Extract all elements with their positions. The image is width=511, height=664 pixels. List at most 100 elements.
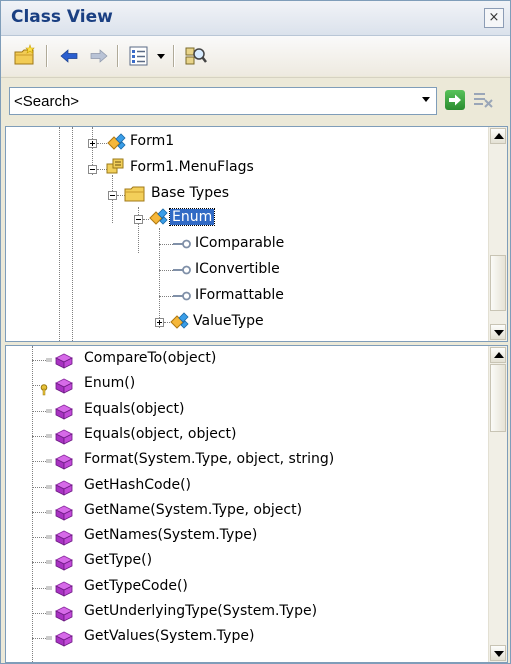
tree-item-label: Form1 (130, 133, 175, 149)
method-icon (55, 505, 73, 521)
member-label: CompareTo(object) (84, 350, 217, 366)
tree-guide-line (72, 127, 73, 341)
tree-item-label: IFormattable (195, 287, 284, 303)
tree-branch-line (32, 587, 46, 589)
collapse-icon[interactable] (134, 215, 143, 224)
member-spark-icon (46, 409, 52, 413)
class-tree-pane[interactable]: Form1 Form1.MenuFlags Base Types Enum IC… (5, 126, 508, 342)
tree-branch-line (159, 270, 173, 271)
member-spark-icon (46, 586, 52, 590)
members-pane[interactable]: CompareTo(object) Enum() Equals(object) Equ… (5, 345, 508, 663)
tree-item-label: IConvertible (195, 261, 280, 277)
method-icon (55, 378, 73, 394)
search-go-button[interactable] (445, 90, 465, 110)
toolbar-separator (173, 45, 175, 67)
scroll-thumb[interactable] (490, 364, 506, 432)
tree-scrollbar[interactable] (488, 127, 507, 341)
collapse-icon[interactable] (88, 165, 97, 174)
tree-guide-line (59, 127, 60, 341)
member-label: GetNames(System.Type) (84, 527, 258, 544)
interface-icon (173, 239, 191, 249)
method-icon (55, 353, 73, 369)
search-input[interactable] (14, 91, 399, 111)
enum-icon (106, 158, 124, 174)
class-icon (107, 133, 126, 150)
browse-icon[interactable] (183, 44, 209, 68)
method-icon (55, 555, 73, 572)
tree-branch-line (159, 244, 173, 245)
close-button[interactable]: × (484, 8, 504, 28)
member-spark-icon (46, 611, 52, 615)
tree-item-label: Form1.MenuFlags (130, 159, 254, 175)
scroll-thumb[interactable] (490, 255, 506, 311)
title-bar: Class View × (1, 1, 510, 36)
expand-icon[interactable] (155, 318, 164, 327)
member-label: GetValues(System.Type) (84, 628, 255, 645)
member-item[interactable]: GetName(System.Type, object) (32, 501, 484, 523)
expand-icon[interactable] (88, 139, 97, 148)
method-icon (55, 429, 73, 445)
member-item[interactable]: Equals(object) (32, 400, 484, 422)
scroll-up-button[interactable] (490, 128, 506, 144)
member-label: Equals(object, object) (84, 425, 237, 442)
member-item[interactable]: Enum() (32, 374, 484, 396)
toolbar-separator (46, 45, 48, 67)
member-label: Format(System.Type, object, string) (84, 451, 335, 468)
member-spark-icon (46, 535, 52, 539)
members-scrollbar[interactable] (488, 346, 507, 662)
member-label: Equals(object) (84, 400, 185, 417)
clear-search-button[interactable] (471, 89, 495, 111)
window-title: Class View (11, 7, 113, 27)
member-item[interactable]: GetHashCode() (32, 476, 484, 498)
member-item[interactable]: Equals(object, object) (32, 425, 484, 447)
method-icon (55, 480, 73, 496)
member-spark-icon (46, 459, 52, 463)
tree-item-label: ValueType (193, 313, 264, 329)
tree-item-label-selected: Enum (168, 208, 216, 226)
method-icon (55, 530, 73, 546)
go-arrow-icon (449, 94, 461, 106)
member-spark-icon (46, 510, 52, 514)
tree-branch-line (32, 435, 46, 437)
toolbar (1, 36, 510, 76)
sort-dropdown-arrow-icon[interactable] (155, 44, 167, 68)
member-item[interactable]: GetType() (32, 551, 484, 573)
tree-branch-line (32, 410, 46, 412)
tree-item-label: Base Types (151, 185, 229, 201)
member-label: Enum() (84, 375, 136, 392)
tree-guide-line (138, 207, 139, 253)
scroll-up-button[interactable] (490, 347, 506, 363)
folder-icon (124, 186, 145, 202)
tree-branch-line (159, 296, 173, 297)
member-label: GetHashCode() (84, 476, 191, 493)
scroll-down-button[interactable] (490, 645, 506, 661)
toolbar-separator (117, 45, 119, 67)
tree-branch-line (32, 638, 46, 640)
member-item[interactable]: Format(System.Type, object, string) (32, 450, 484, 472)
member-label: GetName(System.Type, object) (84, 501, 303, 518)
back-arrow-icon[interactable] (57, 44, 81, 68)
scroll-down-button[interactable] (490, 324, 506, 340)
tree-branch-line (32, 461, 46, 463)
tree-branch-line (32, 562, 46, 564)
tree-item-label: IComparable (195, 235, 285, 251)
tree-branch-line (32, 486, 46, 488)
method-icon (55, 606, 73, 622)
member-item[interactable]: CompareTo(object) (32, 349, 484, 371)
clear-search-icon (474, 93, 493, 108)
class-view-window: Class View × <Search> Form1 Form1.MenuFl… (0, 0, 511, 664)
search-dropdown-arrow-icon[interactable] (422, 97, 430, 102)
member-item[interactable]: GetTypeCode() (32, 577, 484, 599)
member-item[interactable]: GetNames(System.Type) (32, 526, 484, 548)
new-folder-icon[interactable] (13, 44, 37, 68)
member-item[interactable]: GetValues(System.Type) (32, 627, 484, 649)
collapse-icon[interactable] (108, 191, 117, 200)
member-item[interactable]: GetUnderlyingType(System.Type) (32, 602, 484, 624)
interface-icon (173, 291, 191, 301)
tree-branch-line (32, 537, 46, 539)
member-label: GetUnderlyingType(System.Type) (84, 603, 318, 619)
forward-arrow-icon[interactable] (87, 44, 111, 68)
sort-icon[interactable] (127, 44, 151, 68)
member-label: GetTypeCode() (84, 577, 188, 594)
search-combobox[interactable] (9, 87, 437, 115)
